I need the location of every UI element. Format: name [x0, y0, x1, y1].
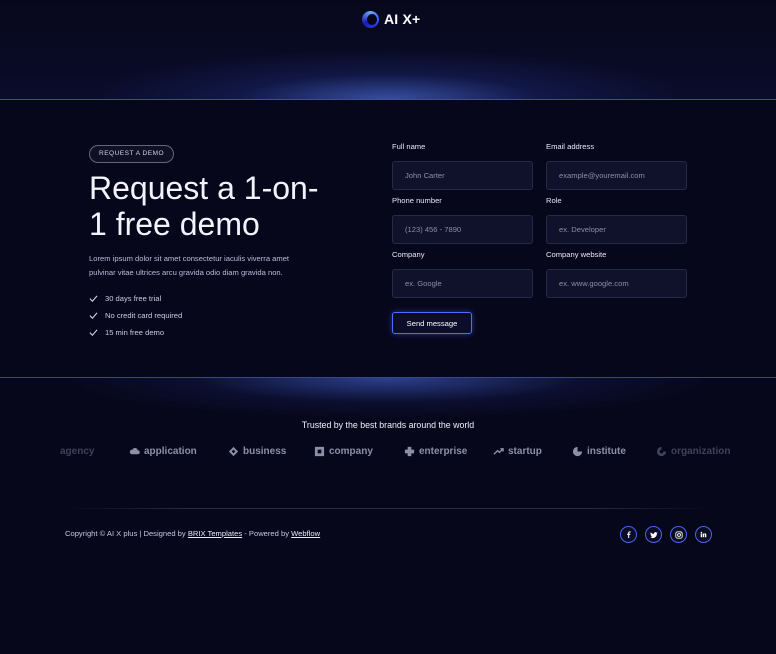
company-field: Company: [392, 250, 533, 298]
pie-icon: [572, 446, 583, 456]
brand-institute: institute: [572, 442, 626, 460]
footer-copyright: Copyright © AI X plus | Designed by BRIX…: [65, 529, 320, 538]
feature-item: 15 min free demo: [89, 324, 182, 341]
feature-label: 30 days free trial: [105, 294, 162, 303]
full-name-field: Full name: [392, 142, 533, 190]
company-label: Company: [392, 250, 425, 259]
email-field: Email address: [546, 142, 687, 190]
brand-agency: agency: [60, 442, 94, 460]
brand-label: agency: [60, 445, 95, 457]
full-name-input[interactable]: [392, 161, 533, 190]
instagram-icon[interactable]: [670, 526, 687, 543]
brand-label: business: [243, 445, 287, 457]
feature-label: No credit card required: [105, 311, 183, 320]
role-label: Role: [546, 196, 562, 205]
feature-list: 30 days free trial No credit card requir…: [89, 290, 182, 341]
website-label: Company website: [546, 250, 607, 259]
trend-up-icon: [493, 447, 504, 455]
brand-label: application: [144, 445, 197, 457]
brand-organization: organization: [656, 442, 730, 460]
swirl-icon: [656, 446, 667, 456]
company-input[interactable]: [392, 269, 533, 298]
brand-business: business: [228, 442, 286, 460]
check-icon: [89, 312, 98, 319]
feature-label: 15 min free demo: [105, 328, 165, 337]
send-message-button[interactable]: Send message: [392, 312, 472, 334]
phone-field: Phone number: [392, 196, 533, 244]
social-links: [620, 526, 712, 543]
cloud-icon: [129, 447, 140, 454]
brand-application: application: [129, 442, 197, 460]
copyright-text: Copyright © AI X plus | Designed by: [65, 529, 186, 538]
twitter-icon[interactable]: [645, 526, 662, 543]
diamond-icon: [228, 446, 239, 456]
brand-label: startup: [508, 445, 542, 457]
trusted-title: Trusted by the best brands around the wo…: [301, 420, 475, 430]
full-name-label: Full name: [392, 142, 426, 151]
footer-divider: [65, 508, 711, 509]
role-field: Role: [546, 196, 687, 244]
logo-text: AI X+: [384, 11, 421, 27]
check-icon: [89, 295, 98, 302]
role-input[interactable]: [546, 215, 687, 244]
brand-label: company: [329, 445, 373, 457]
powered-by-text: - Powered by: [244, 529, 290, 538]
cross-icon: [404, 446, 415, 456]
hero-title: Request a 1-on-1 free demo: [89, 170, 319, 242]
phone-label: Phone number: [392, 196, 442, 205]
brand-logos: agency application business company ente…: [0, 442, 776, 460]
website-field: Company website: [546, 250, 687, 298]
brand-enterprise: enterprise: [404, 442, 467, 460]
platform-link[interactable]: Webflow: [291, 529, 320, 538]
linkedin-icon[interactable]: [695, 526, 712, 543]
brand-label: institute: [587, 445, 626, 457]
page: AI X+ REQUEST A DEMO Request a 1-on-1 fr…: [0, 0, 776, 654]
square-icon: [314, 446, 325, 456]
brand-label: organization: [671, 445, 731, 457]
brand-company: company: [314, 442, 373, 460]
brand-label: enterprise: [419, 445, 468, 457]
email-label: Email address: [546, 142, 595, 151]
email-input[interactable]: [546, 161, 687, 190]
phone-input[interactable]: [392, 215, 533, 244]
logo[interactable]: AI X+: [362, 10, 420, 28]
facebook-icon[interactable]: [620, 526, 637, 543]
feature-item: 30 days free trial: [89, 290, 182, 307]
hero-description: Lorem ipsum dolor sit amet consectetur i…: [89, 254, 290, 277]
website-input[interactable]: [546, 269, 687, 298]
header: AI X+: [0, 0, 776, 100]
logo-icon: [362, 10, 379, 28]
brand-startup: startup: [493, 442, 542, 460]
check-icon: [89, 329, 98, 336]
feature-item: No credit card required: [89, 307, 182, 324]
designer-link[interactable]: BRIX Templates: [188, 529, 242, 538]
request-demo-badge: REQUEST A DEMO: [89, 145, 175, 163]
